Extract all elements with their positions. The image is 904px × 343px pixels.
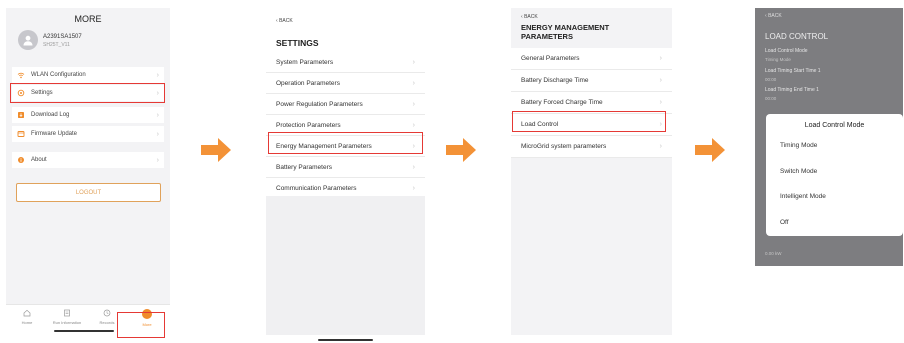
list-item[interactable]: MicroGrid system parameters › (511, 136, 672, 158)
highlight-box (117, 312, 165, 338)
menu-label: WLAN Configuration (31, 72, 86, 78)
item-label: Power Regulation Parameters (276, 100, 363, 108)
item-label: Battery Parameters (276, 163, 332, 171)
home-indicator (54, 330, 114, 332)
tab-home[interactable]: Home (7, 309, 47, 325)
chevron-right-icon: › (156, 111, 159, 119)
list-item[interactable]: Battery Discharge Time › (511, 70, 672, 92)
device-id: A2391SA1507 (43, 34, 82, 40)
list-item[interactable]: General Parameters › (511, 48, 672, 70)
energy-list: General Parameters › Battery Discharge Ti… (511, 48, 672, 158)
more-screen: MORE A2391SA1507 SH25T_V11 WLAN Configur… (6, 8, 170, 335)
title-line: ENERGY MANAGEMENT (521, 23, 610, 32)
chevron-right-icon: › (412, 79, 415, 87)
logout-button[interactable]: LOGOUT (16, 183, 161, 202)
menu-item-firmware-update[interactable]: Firmware Update › (12, 126, 164, 142)
item-label: Communication Parameters (276, 184, 357, 192)
menu-label: About (31, 157, 47, 163)
title-line: PARAMETERS (521, 32, 573, 41)
page-title: ENERGY MANAGEMENT PARAMETERS (521, 23, 609, 41)
page-title: SETTINGS (276, 38, 319, 48)
menu-item-about[interactable]: About › (12, 152, 164, 168)
home-icon (23, 309, 31, 317)
menu-label: Firmware Update (31, 131, 78, 137)
menu-label: Download Log (31, 112, 70, 118)
settings-list: System Parameters › Operation Parameters ›… (266, 52, 425, 199)
clock-icon (103, 309, 111, 317)
list-item[interactable]: Battery Parameters › (266, 157, 425, 178)
back-label: BACK (524, 14, 538, 20)
tab-label: Records (99, 320, 115, 325)
field-label: Load Control Mode (765, 48, 808, 54)
load-control-mode-dialog: Load Control Mode Timing Mode Switch Mod… (766, 114, 903, 236)
device-model: SH25T_V11 (43, 42, 70, 48)
menu-item-download-log[interactable]: Download Log › (12, 107, 164, 123)
tab-label: Run Information (52, 320, 82, 325)
chevron-right-icon: › (659, 77, 662, 84)
field-value: 00:00 (765, 96, 777, 101)
back-button[interactable]: ‹ BACK (276, 18, 293, 24)
chevron-right-icon: › (659, 99, 662, 106)
field-label: Load Timing Start Time 1 (765, 68, 821, 74)
document-icon (63, 309, 71, 317)
back-label: BACK (279, 18, 293, 24)
option-off[interactable]: Off (780, 219, 789, 226)
option-intelligent-mode[interactable]: Intelligent Mode (780, 193, 826, 200)
field-value: Timing Mode (765, 57, 791, 62)
settings-screen: ‹ BACK SETTINGS System Parameters › Opera… (266, 8, 425, 335)
item-label: Operation Parameters (276, 79, 340, 87)
highlight-box (512, 111, 666, 132)
download-icon (17, 111, 25, 119)
chevron-right-icon: › (412, 163, 415, 171)
chevron-right-icon: › (659, 55, 662, 62)
item-label: Battery Forced Charge Time (521, 99, 603, 106)
firmware-icon (17, 130, 25, 138)
chevron-right-icon: › (156, 156, 159, 164)
arrow-right-icon (445, 136, 477, 164)
user-icon (23, 35, 33, 46)
page-title: MORE (74, 14, 102, 24)
field-value: 00:00 (765, 77, 777, 82)
tab-run-information[interactable]: Run Information (47, 309, 87, 325)
chevron-right-icon: › (156, 71, 159, 79)
avatar (18, 30, 38, 50)
option-switch-mode[interactable]: Switch Mode (780, 168, 817, 175)
page-title: LOAD CONTROL (765, 32, 829, 41)
chevron-right-icon: › (412, 58, 415, 66)
item-label: Battery Discharge Time (521, 77, 589, 84)
item-label: MicroGrid system parameters (521, 143, 607, 150)
chevron-right-icon: › (412, 184, 415, 192)
field-value: 0.00 kW (765, 251, 782, 256)
chevron-right-icon: › (156, 130, 159, 138)
highlight-box (268, 132, 423, 154)
back-label: BACK (768, 13, 782, 19)
back-button[interactable]: ‹ BACK (521, 14, 538, 20)
energy-management-screen: ‹ BACK ENERGY MANAGEMENT PARAMETERS Gene… (511, 8, 672, 335)
arrow-right-icon (200, 136, 232, 164)
menu-item-wlan[interactable]: WLAN Configuration › (12, 67, 164, 83)
item-label: General Parameters (521, 55, 580, 62)
wifi-icon (17, 71, 25, 79)
tab-label: Home (21, 320, 33, 325)
list-item[interactable]: System Parameters › (266, 52, 425, 73)
field-label: Load Timing End Time 1 (765, 87, 819, 93)
list-item[interactable]: Operation Parameters › (266, 73, 425, 94)
empty-area (266, 196, 425, 335)
option-timing-mode[interactable]: Timing Mode (780, 142, 817, 149)
chevron-right-icon: › (412, 100, 415, 108)
list-item[interactable]: Power Regulation Parameters › (266, 94, 425, 115)
item-label: System Parameters (276, 58, 334, 66)
item-label: Protection Parameters (276, 121, 341, 129)
back-button[interactable]: ‹ BACK (765, 13, 782, 19)
info-icon (17, 156, 25, 164)
chevron-right-icon: › (659, 143, 662, 150)
highlight-box (10, 83, 165, 103)
chevron-right-icon: › (412, 121, 415, 129)
home-indicator (318, 339, 373, 341)
arrow-right-icon (694, 136, 726, 164)
dialog-title: Load Control Mode (804, 122, 865, 129)
